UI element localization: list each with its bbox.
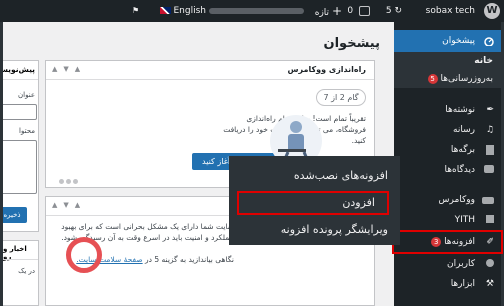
save-draft-button[interactable]: ذخیره: [3, 207, 27, 223]
language-switcher[interactable]: English: [157, 0, 206, 22]
carousel-dots: [58, 169, 79, 188]
translate-icon[interactable]: ⚑: [132, 0, 139, 22]
admin-bar: W sobax tech 5 ↻ 0 تازه + English ⚑: [0, 0, 504, 22]
title-input[interactable]: [3, 104, 37, 120]
wrench-icon: ⚒: [485, 279, 494, 289]
health-status-ring: [66, 237, 102, 273]
page-title: پیشخوان: [323, 36, 381, 51]
woocommerce-icon: [482, 197, 494, 204]
wordpress-logo-icon[interactable]: W: [484, 3, 500, 19]
pages-icon: [486, 145, 494, 155]
sidebar-label-woocommerce: ووکامرس: [438, 195, 476, 205]
sidebar-label-tools: ابزارها: [450, 279, 475, 289]
health-footer-text: نگاهی بیاندازید به گزینه 5 در: [145, 255, 234, 264]
health-footer: نگاهی بیاندازید به گزینه 5 در صفحهٔ سلام…: [34, 255, 234, 264]
site-name-link[interactable]: sobax tech: [426, 0, 475, 22]
news-box: اخبار و رو در یک: [3, 240, 39, 306]
content-label: محتوا: [19, 127, 35, 135]
new-content-link[interactable]: تازه +: [315, 0, 342, 22]
flag-uk-icon: [159, 7, 171, 14]
sidebar-label-users: کاربران: [447, 259, 475, 269]
sidebar-label-plugins: افزونه‌ها: [444, 237, 475, 247]
plugins-badge: 3: [431, 236, 442, 247]
menu-item-installed-plugins[interactable]: افزونه‌های نصب‌شده: [229, 164, 400, 188]
yith-icon: [486, 215, 494, 223]
user-icon: [486, 259, 494, 267]
sidebar-subitem-home[interactable]: خانه: [394, 52, 501, 70]
setup-box-header: ▲▼▲ راه‌اندازی ووکامرس: [46, 61, 374, 80]
sidebar-label-comments: دیدگاه‌ها: [444, 165, 475, 175]
sidebar-item-media[interactable]: ♫ رسانه: [394, 120, 501, 140]
media-icon: ♫: [485, 125, 494, 135]
comment-bubble-icon: [484, 165, 494, 173]
comments-count: 0: [347, 6, 354, 16]
updates-link[interactable]: 5 ↻: [386, 0, 402, 22]
menu-item-add-new[interactable]: افزودن: [237, 191, 389, 215]
plus-icon: +: [331, 4, 342, 18]
updates-badge: 5: [427, 73, 438, 84]
plugins-flyout-menu: افزونه‌های نصب‌شده افزودن ویرایشگر پروند…: [229, 156, 400, 245]
box-arrows-icon[interactable]: ▲▼▲: [52, 65, 86, 73]
admin-sidebar: پیشخوان خانه 5 به‌روزرسانی‌ها ✒ نوشته‌ها…: [392, 22, 503, 306]
updates-icon: ↻: [394, 6, 402, 16]
sidebar-subitem-updates[interactable]: 5 به‌روزرسانی‌ها: [394, 70, 501, 88]
comments-link[interactable]: 0: [347, 0, 370, 22]
quick-draft-title: پیش‌نویس: [3, 65, 35, 74]
step-badge: گام 2 از 7: [316, 89, 366, 106]
sidebar-item-woocommerce[interactable]: ووکامرس: [394, 190, 501, 210]
account-link[interactable]: [209, 0, 304, 22]
sidebar-label-yith: YITH: [454, 215, 475, 225]
updates-count: 5: [385, 6, 392, 16]
dashboard-icon: [484, 37, 494, 46]
sidebar-label-updates: به‌روزرسانی‌ها: [440, 74, 494, 84]
sidebar-item-comments[interactable]: دیدگاه‌ها: [394, 160, 501, 180]
setup-box-title: راه‌اندازی ووکامرس: [287, 65, 366, 74]
sidebar-label-posts: نوشته‌ها: [445, 105, 475, 115]
sidebar-label-pages: برگه‌ها: [450, 145, 475, 155]
language-label: English: [173, 6, 207, 16]
new-label: تازه: [314, 8, 330, 18]
comments-icon: [359, 5, 370, 16]
blurred-username: [209, 7, 304, 14]
sidebar-item-dashboard[interactable]: پیشخوان: [394, 30, 501, 52]
pin-icon: ✒: [486, 105, 494, 115]
sidebar-item-yith[interactable]: YITH: [394, 210, 501, 230]
sidebar-item-posts[interactable]: ✒ نوشته‌ها: [394, 100, 501, 120]
title-label: عنوان: [18, 91, 35, 99]
box-arrows-icon[interactable]: ▲▼▲: [52, 201, 86, 209]
sidebar-item-tools[interactable]: ⚒ ابزارها: [394, 274, 501, 294]
sidebar-item-plugins[interactable]: ✐ 3 افزونه‌ها: [392, 230, 503, 254]
sidebar-item-users[interactable]: کاربران: [394, 254, 501, 274]
sidebar-label-dashboard: پیشخوان: [442, 36, 475, 46]
plugin-icon: ✐: [486, 237, 494, 247]
content-textarea[interactable]: [3, 140, 37, 194]
menu-item-plugin-editor[interactable]: ویرایشگر پرونده افزونه: [229, 218, 400, 242]
quick-draft-box: پیش‌نویس عنوان محتوا ذخیره: [3, 60, 39, 232]
news-text: در یک: [18, 267, 35, 275]
sidebar-label-media: رسانه: [453, 125, 475, 135]
sidebar-item-pages[interactable]: برگه‌ها: [394, 140, 501, 160]
